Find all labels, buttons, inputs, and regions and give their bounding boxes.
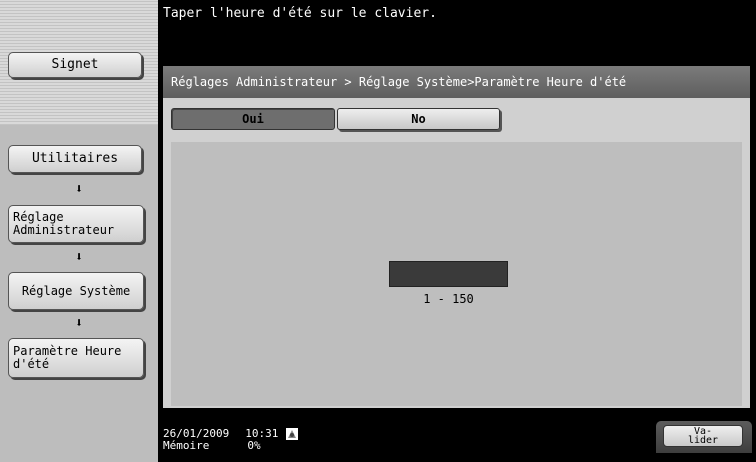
breadcrumb-admin-settings-button[interactable]: Réglage Administrateur <box>8 205 144 243</box>
valider-button-container: Va- lider <box>656 421 752 453</box>
main-panel: Réglages Administrateur > Réglage Systèm… <box>163 66 750 408</box>
down-arrow-icon: ⬇ <box>75 182 83 197</box>
instruction-message: Taper l'heure d'été sur le clavier. <box>163 6 437 21</box>
down-arrow-icon: ⬇ <box>75 250 83 265</box>
valider-button[interactable]: Va- lider <box>663 425 743 447</box>
down-arrow-icon: ⬇ <box>75 316 83 331</box>
breadcrumb-text: Réglages Administrateur > Réglage Systèm… <box>171 75 627 89</box>
page-title-breadcrumb: Réglages Administrateur > Réglage Systèm… <box>163 66 750 98</box>
tab-oui-label: Oui <box>242 112 264 126</box>
system-settings-label: Réglage Système <box>21 283 131 298</box>
dst-settings-label: Paramètre Heure d'été <box>13 344 122 371</box>
bookmark-button[interactable]: Signet <box>8 52 142 78</box>
memory-label: Mémoire <box>163 439 210 452</box>
network-status-icon <box>286 428 299 440</box>
dst-minutes-input[interactable] <box>389 261 508 287</box>
utilities-label: Utilitaires <box>31 151 119 167</box>
tab-no-label: No <box>411 112 426 126</box>
value-range-label: 1 - 150 <box>423 292 474 306</box>
memory-value: 0% <box>247 439 261 452</box>
bookmark-label: Signet <box>51 57 99 73</box>
breadcrumb-dst-settings-button[interactable]: Paramètre Heure d'été <box>8 338 144 378</box>
status-area: 26/01/2009 10:31 Mémoire 0% <box>163 428 299 452</box>
valider-label: Va- lider <box>687 426 719 446</box>
breadcrumb-system-settings-button[interactable]: Réglage Système <box>8 272 144 310</box>
sidebar: Signet Utilitaires ⬇ Réglage Administrat… <box>0 0 158 462</box>
tab-no[interactable]: No <box>337 108 500 130</box>
breadcrumb-utilities-button[interactable]: Utilitaires <box>8 145 142 173</box>
tab-oui[interactable]: Oui <box>171 108 335 130</box>
admin-settings-label: Réglage Administrateur <box>13 210 115 237</box>
